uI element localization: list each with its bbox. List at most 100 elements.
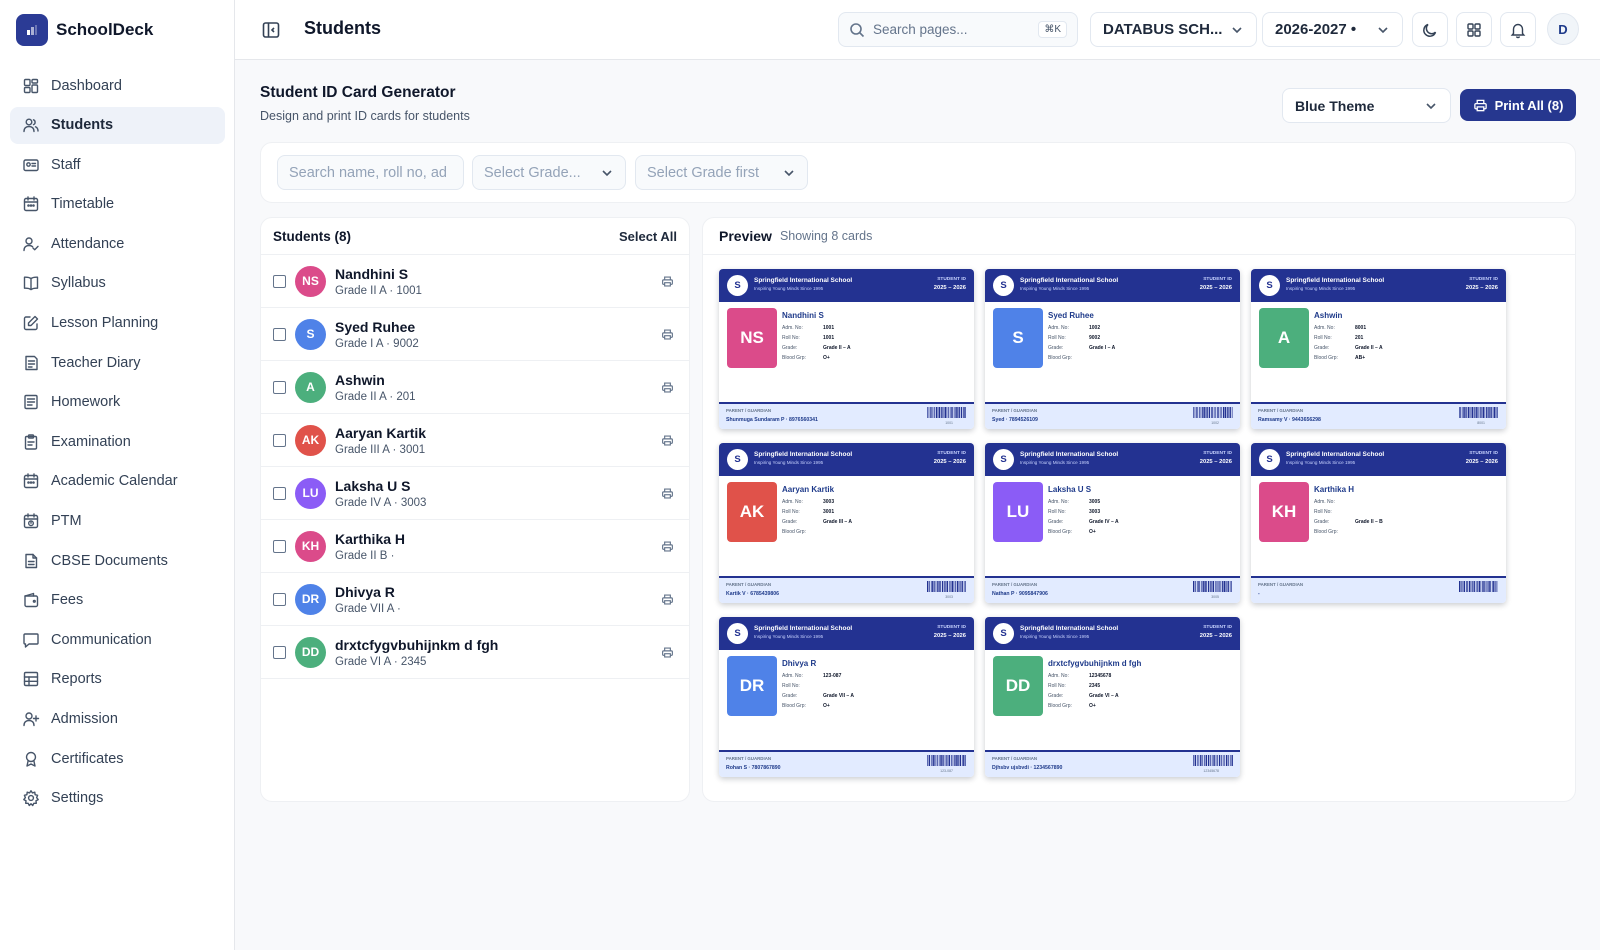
card-label: STUDENT ID [937, 277, 966, 282]
page-subtitle: Design and print ID cards for students [260, 109, 470, 123]
meeting-icon [22, 512, 40, 530]
student-checkbox[interactable] [273, 380, 286, 394]
print-all-button[interactable]: Print All (8) [1460, 89, 1576, 121]
id-card[interactable]: S Springfield International School Inspiri… [985, 617, 1240, 777]
sidebar-item-timetable[interactable]: Timetable [10, 186, 225, 223]
student-checkbox[interactable] [273, 592, 286, 606]
sidebar-item-homework[interactable]: Homework [10, 384, 225, 421]
student-row[interactable]: LU Laksha U S Grade IV A · 3003 [261, 467, 689, 520]
sidebar-item-academic-calendar[interactable]: Academic Calendar [10, 463, 225, 500]
card-year: 2025 – 2026 [1199, 285, 1232, 291]
print-card-button[interactable] [659, 485, 675, 501]
guardian-label: PARENT / GUARDIAN [1258, 582, 1304, 587]
sidebar-item-teacher-diary[interactable]: Teacher Diary [10, 344, 225, 381]
print-card-button[interactable] [659, 644, 675, 660]
sidebar-item-staff[interactable]: Staff [10, 146, 225, 183]
print-card-button[interactable] [659, 273, 675, 289]
sidebar-item-certificates[interactable]: Certificates [10, 740, 225, 777]
student-row[interactable]: A Ashwin Grade II A · 201 [261, 361, 689, 414]
card-field-value: AB+ [1355, 355, 1366, 361]
card-field-value: Grade II – A [1355, 345, 1383, 351]
notifications-button[interactable] [1500, 12, 1536, 47]
id-card[interactable]: S Springfield International School Inspiri… [719, 617, 974, 777]
card-year: 2025 – 2026 [933, 285, 966, 291]
student-row[interactable]: DR Dhivya R Grade VII A · [261, 573, 689, 626]
page-heading: Students [304, 18, 382, 38]
id-card[interactable]: S Springfield International School Inspiri… [1251, 443, 1506, 603]
sidebar-item-label: Dashboard [51, 77, 122, 94]
student-checkbox[interactable] [273, 327, 286, 341]
id-card[interactable]: S Springfield International School Inspiri… [719, 269, 974, 429]
brand[interactable]: SchoolDeck [16, 14, 153, 46]
card-field-label: Grade: [1048, 345, 1064, 351]
sidebar-item-lesson-planning[interactable]: Lesson Planning [10, 305, 225, 342]
sidebar-item-dashboard[interactable]: Dashboard [10, 67, 225, 104]
student-name: drxtcfygvbuhijnkm d fgh [335, 636, 499, 653]
id-card[interactable]: S Springfield International School Inspiri… [1251, 269, 1506, 429]
print-card-button[interactable] [659, 432, 675, 448]
sidebar-item-examination[interactable]: Examination [10, 423, 225, 460]
sidebar-toggle-button[interactable] [259, 18, 283, 42]
print-card-button[interactable] [659, 538, 675, 554]
sidebar-item-ptm[interactable]: PTM [10, 503, 225, 540]
card-field-label: Adm. No: [1314, 325, 1335, 331]
select-all-button[interactable]: Select All [619, 229, 677, 244]
student-list-panel: Students (8) Select All NS Nandhini S Grad… [260, 217, 690, 802]
student-checkbox[interactable] [273, 274, 286, 288]
student-row[interactable]: KH Karthika H Grade II B · [261, 520, 689, 573]
sidebar-item-fees[interactable]: Fees [10, 582, 225, 619]
id-card[interactable]: S Springfield International School Inspiri… [985, 269, 1240, 429]
sidebar-item-label: Staff [51, 156, 81, 173]
card-label: STUDENT ID [1203, 277, 1232, 282]
sidebar-item-cbse-documents[interactable]: CBSE Documents [10, 542, 225, 579]
printer-icon [1473, 99, 1487, 111]
sidebar-item-students[interactable]: Students [10, 106, 225, 144]
table-icon [22, 670, 40, 688]
student-row[interactable]: S Syed Ruhee Grade I A · 9002 [261, 308, 689, 361]
student-row[interactable]: NS Nandhini S Grade II A · 1001 [261, 255, 689, 308]
card-field-label: Blood Grp: [1048, 529, 1072, 535]
search-placeholder: Search pages... [873, 22, 968, 37]
barcode-icon [927, 581, 966, 592]
sidebar-item-communication[interactable]: Communication [10, 621, 225, 658]
print-card-button[interactable] [659, 379, 675, 395]
student-checkbox[interactable] [273, 645, 286, 659]
school-tagline: Inspiring Young Minds Since 1995 [1286, 286, 1356, 291]
sidebar-item-reports[interactable]: Reports [10, 661, 225, 698]
id-card[interactable]: S Springfield International School Inspiri… [719, 443, 974, 603]
section-select[interactable]: Select Grade first [635, 155, 808, 190]
sidebar-item-settings[interactable]: Settings [10, 780, 225, 817]
theme-toggle-button[interactable] [1412, 12, 1448, 47]
student-checkbox[interactable] [273, 539, 286, 553]
academic-year-select[interactable]: 2026-2027 • [1262, 12, 1403, 47]
apps-button[interactable] [1456, 12, 1492, 47]
barcode-icon [1193, 581, 1232, 592]
card-theme-select[interactable]: Blue Theme [1282, 88, 1451, 123]
print-card-button[interactable] [659, 591, 675, 607]
student-list: NS Nandhini S Grade II A · 1001 S Syed Ruhee… [261, 255, 689, 679]
section-select-placeholder: Select Grade first [647, 164, 760, 181]
print-card-button[interactable] [659, 326, 675, 342]
student-search-input[interactable]: Search name, roll no, ad [277, 155, 464, 190]
card-field-label: Blood Grp: [1048, 355, 1072, 361]
student-row[interactable]: DD drxtcfygvbuhijnkm d fgh Grade VI A · 23… [261, 626, 689, 679]
student-checkbox[interactable] [273, 433, 286, 447]
sidebar-item-syllabus[interactable]: Syllabus [10, 265, 225, 302]
sidebar-item-attendance[interactable]: Attendance [10, 225, 225, 262]
id-card[interactable]: S Springfield International School Inspiri… [985, 443, 1240, 603]
user-avatar[interactable]: D [1547, 13, 1579, 45]
edit-icon [22, 314, 40, 332]
global-search-input[interactable]: Search pages... ⌘K [838, 12, 1078, 47]
student-checkbox[interactable] [273, 486, 286, 500]
school-select[interactable]: DATABUS SCH... [1090, 12, 1257, 47]
sidebar-item-admission[interactable]: Admission [10, 701, 225, 738]
sidebar-nav: Dashboard Students Staff Timetable Attendanc… [10, 67, 225, 819]
card-field-label: Roll No: [1048, 683, 1066, 689]
grid-icon [1467, 22, 1481, 37]
printer-icon [661, 328, 673, 340]
sidebar-item-label: Teacher Diary [51, 354, 141, 371]
card-field-value: O+ [823, 703, 830, 709]
sidebar-item-label: Reports [51, 671, 102, 688]
student-row[interactable]: AK Aaryan Kartik Grade III A · 3001 [261, 414, 689, 467]
grade-select[interactable]: Select Grade... [472, 155, 626, 190]
